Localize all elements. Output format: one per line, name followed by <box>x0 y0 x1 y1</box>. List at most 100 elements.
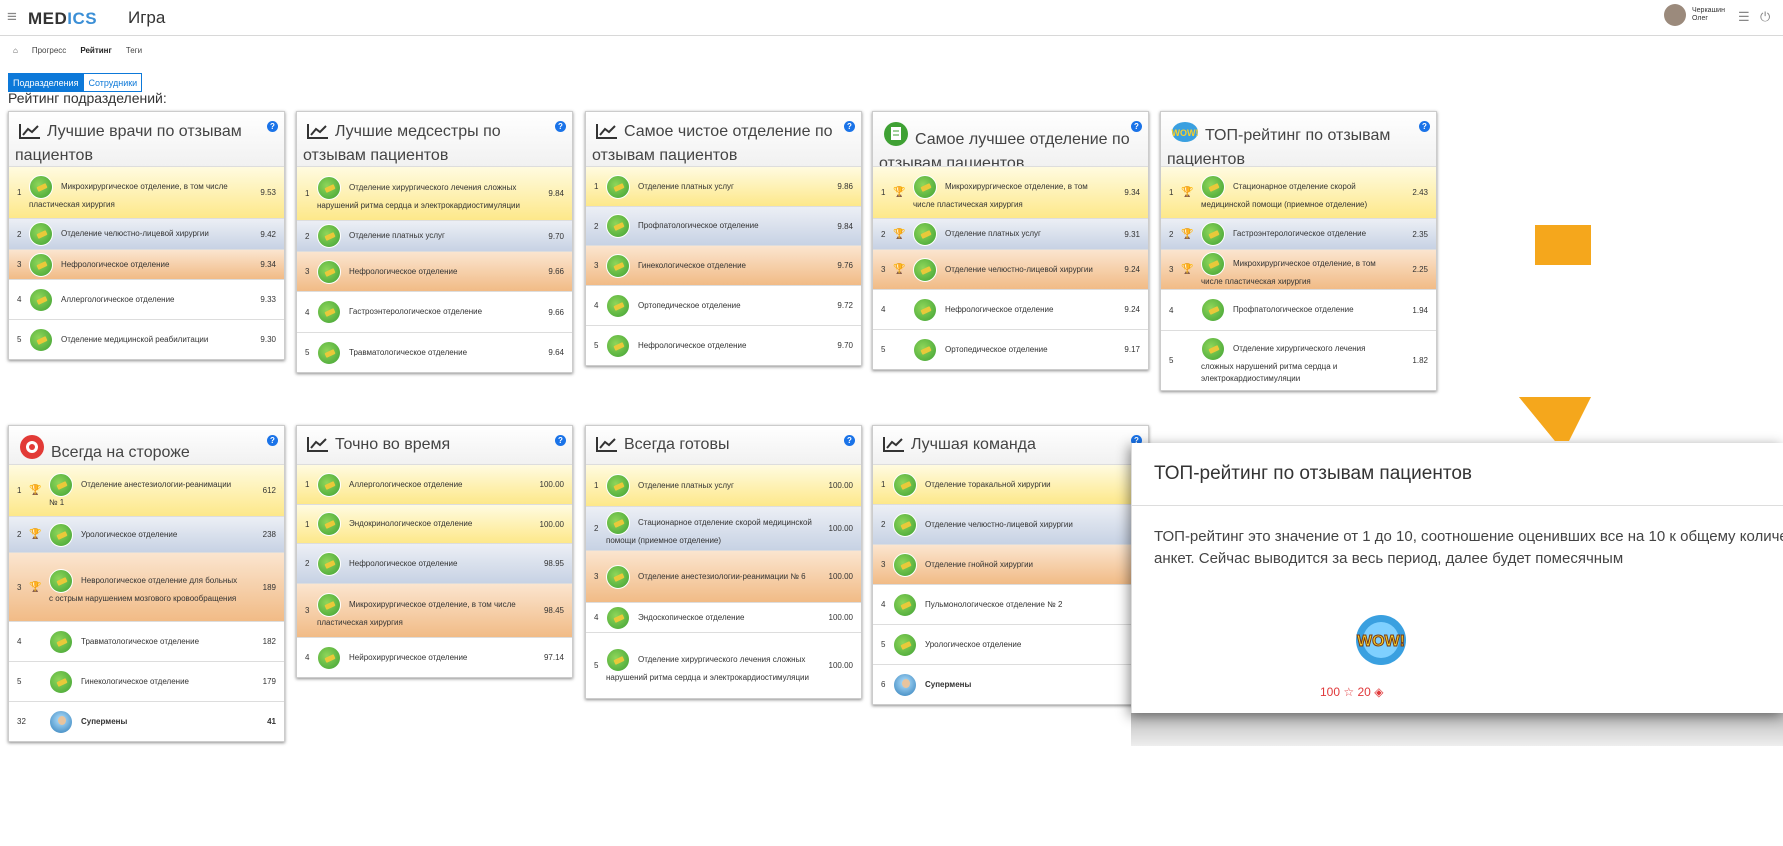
table-row[interactable]: 4 Травматологическое отделение 182 <box>9 621 284 661</box>
help-icon[interactable]: ? <box>555 121 566 132</box>
table-row[interactable]: 3 Гинекологическое отделение 9.76 <box>586 245 861 285</box>
table-row[interactable]: 5Урологическое отделение35 <box>873 624 1148 664</box>
score-value: 9.31 <box>1124 229 1140 239</box>
table-row[interactable]: 4 Ортопедическое отделение 9.72 <box>586 285 861 325</box>
table-row[interactable]: 5 Гинекологическое отделение 179 <box>9 661 284 701</box>
rating-card: Всегда на стороже? 1 🏆 Отделение анестезиол… <box>8 425 285 742</box>
rank-number: 5 <box>881 345 886 354</box>
table-row[interactable]: 5 Травматологическое отделение 9.64 <box>297 332 572 372</box>
app-title: Игра <box>128 8 166 27</box>
table-row[interactable]: 1 Отделение хирургического лечения сложны… <box>297 166 572 220</box>
department-badge-icon <box>317 175 341 200</box>
table-row[interactable]: 5 Отделение хирургического лечения сложны… <box>1161 330 1436 390</box>
table-row[interactable]: 5 Отделение медицинской реабилитации 9.30 <box>9 319 284 359</box>
table-row[interactable]: 3 🏆 Микрохирургическое отделение, в том чи… <box>1161 249 1436 289</box>
score-value: 9.34 <box>260 260 276 269</box>
department-badge-icon <box>317 592 341 617</box>
department-name: Гинекологическое отделение <box>49 666 240 698</box>
user-menu[interactable]: Черкашин Олег <box>1664 4 1726 26</box>
rank-number: 4 <box>594 301 599 310</box>
table-row[interactable]: 4 Гастроэнтерологическое отделение 9.66 <box>297 291 572 332</box>
table-row[interactable]: 2 Стационарное отделение скорой медицинск… <box>586 506 861 550</box>
rank-number: 2 <box>17 530 22 539</box>
popup-title: ТОП-рейтинг по отзывам пациентов <box>1154 463 1472 484</box>
rank-number: 4 <box>594 613 599 622</box>
chart-line-icon <box>19 123 41 145</box>
card-header: Всегда готовы? <box>586 426 861 464</box>
table-row[interactable]: 2 🏆 Гастроэнтерологическое отделение 2.35 <box>1161 218 1436 249</box>
table-row[interactable]: 1Отделение торакальной хирургии60 <box>873 464 1148 504</box>
table-row[interactable]: 3Отделение гнойной хирургии50 <box>873 544 1148 584</box>
info-popup: ТОП-рейтинг по отзывам пациентов ТОП-рей… <box>1131 443 1783 713</box>
table-row[interactable]: 1 🏆 Стационарное отделение скорой медицинс… <box>1161 166 1436 218</box>
chart-line-icon <box>596 436 618 458</box>
table-row[interactable]: 2 Отделение платных услуг 9.70 <box>297 220 572 251</box>
rank-number: 3 <box>17 260 22 269</box>
card-header: WOW! ТОП-рейтинг по отзывам пациентов? <box>1161 112 1436 168</box>
department-badge-icon <box>317 224 341 248</box>
help-icon[interactable]: ? <box>267 121 278 132</box>
help-icon[interactable]: ? <box>844 121 855 132</box>
rank-number: 2 <box>881 520 886 529</box>
department-name: Отделение платных услуг <box>606 171 817 203</box>
table-row[interactable]: 4Пульмонологическое отделение № 245 <box>873 584 1148 624</box>
table-row[interactable]: 2 Профпатологическое отделение 9.84 <box>586 206 861 245</box>
rank-number: 4 <box>17 637 22 646</box>
help-icon[interactable]: ? <box>844 435 855 446</box>
sliders-icon[interactable]: ☰ <box>1738 9 1750 25</box>
table-row[interactable]: 5 Нефрологическое отделение 9.70 <box>586 325 861 365</box>
table-row[interactable]: 1 Аллергологическое отделение 100.00 <box>297 464 572 504</box>
card-title: Всегда на стороже <box>51 444 190 461</box>
home-icon[interactable]: ⌂ <box>13 46 18 55</box>
table-row[interactable]: 3 Нефрологическое отделение 9.34 <box>9 249 284 279</box>
table-row[interactable]: 1 🏆 Отделение анестезиологии-реанимации № … <box>9 464 284 516</box>
table-row[interactable]: 3 Нефрологическое отделение 9.66 <box>297 251 572 291</box>
table-row[interactable]: 4 Нейрохирургическое отделение 97.14 <box>297 637 572 677</box>
department-name: Пульмонологическое отделение № 2 <box>893 589 1104 621</box>
department-name: Отделение хирургического лечения сложных… <box>317 172 528 216</box>
department-name: Отделение платных услуг <box>317 220 528 252</box>
department-badge-icon <box>893 552 917 577</box>
table-row[interactable]: 5 Отделение хирургического лечения сложны… <box>586 632 861 698</box>
table-row[interactable]: 5 Ортопедическое отделение 9.17 <box>873 329 1148 369</box>
breadcrumb-rating[interactable]: Рейтинг <box>80 46 112 55</box>
score-value: 98.45 <box>543 606 564 615</box>
table-row[interactable]: 2 Отделение челюстно-лицевой хирургии 9.42 <box>9 218 284 249</box>
table-row[interactable]: 1 Микрохирургическое отделение, в том чис… <box>9 166 284 218</box>
table-row[interactable]: 2 🏆 Урологическое отделение 238 <box>9 516 284 552</box>
app-logo[interactable]: MEDICS <box>28 9 97 29</box>
trophy-icon: 🏆 <box>893 187 906 198</box>
table-row[interactable]: 4 Эндоскопическое отделение 100.00 <box>586 602 861 632</box>
table-row[interactable]: 3 Отделение анестезиологии-реанимации № 6… <box>586 550 861 602</box>
table-row[interactable]: 1 Эндокринологическое отделение 100.00 <box>297 504 572 543</box>
table-row[interactable]: 3 🏆 Отделение челюстно-лицевой хирургии 9.2… <box>873 249 1148 289</box>
power-icon[interactable]: ⏻ <box>1760 9 1770 25</box>
department-name: Нефрологическое отделение <box>317 256 528 288</box>
table-row[interactable]: 3 🏆 Неврологическое отделение для больных … <box>9 552 284 621</box>
help-icon[interactable]: ? <box>1419 121 1430 132</box>
table-row[interactable]: 4 Профпатологическое отделение 1.94 <box>1161 289 1436 330</box>
rank-number: 4 <box>881 600 886 609</box>
table-row[interactable]: 3 Микрохирургическое отделение, в том чис… <box>297 583 572 637</box>
help-icon[interactable]: ? <box>555 435 566 446</box>
rank-number: 3 <box>881 560 886 569</box>
table-row[interactable]: 4 Нефрологическое отделение 9.24 <box>873 289 1148 329</box>
table-row[interactable]: 32 Супермены 41 <box>9 701 284 741</box>
table-row[interactable]: 2 Нефрологическое отделение 98.95 <box>297 543 572 583</box>
department-name: Травматологическое отделение <box>49 626 240 658</box>
hamburger-icon[interactable]: ≡ <box>7 7 17 27</box>
help-icon[interactable]: ? <box>267 435 278 446</box>
table-row[interactable]: 1 🏆 Микрохирургическое отделение, в том чи… <box>873 166 1148 218</box>
help-icon[interactable]: ? <box>1131 121 1142 132</box>
table-row[interactable]: 2Отделение челюстно-лицевой хирургии55 <box>873 504 1148 544</box>
trophy-icon: 🏆 <box>893 264 906 275</box>
table-row[interactable]: 1 Отделение платных услуг 9.86 <box>586 166 861 206</box>
breadcrumb-tags[interactable]: Теги <box>126 46 142 55</box>
department-badge-icon <box>893 472 917 497</box>
table-row[interactable]: 1 Отделение платных услуг 100.00 <box>586 464 861 506</box>
table-row[interactable]: 4 Аллергологическое отделение 9.33 <box>9 279 284 319</box>
department-name: Отделение торакальной хирургии <box>893 469 1104 501</box>
table-row[interactable]: 6Супермены30 <box>873 664 1148 704</box>
breadcrumb-progress[interactable]: Прогресс <box>32 46 66 55</box>
table-row[interactable]: 2 🏆 Отделение платных услуг 9.31 <box>873 218 1148 249</box>
